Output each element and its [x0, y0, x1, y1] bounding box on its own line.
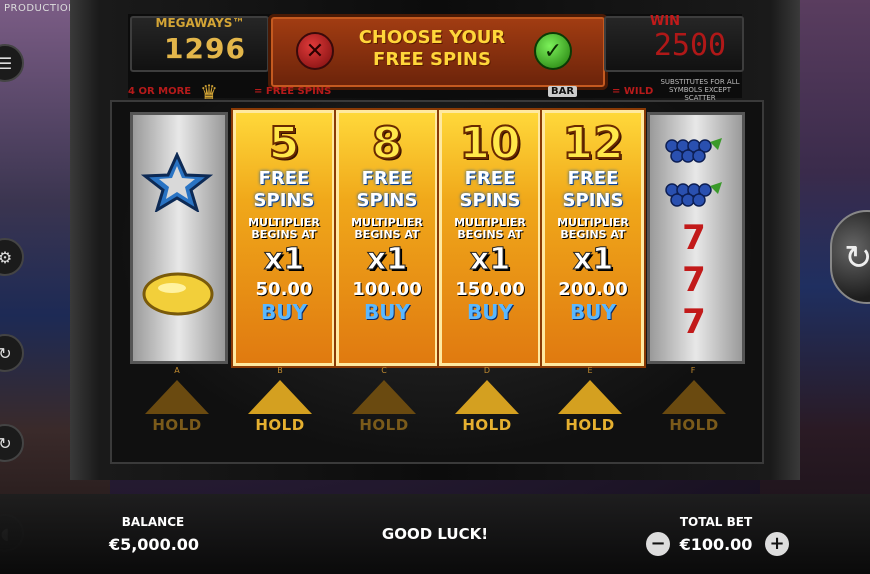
autoplay-icon: ↻	[0, 343, 12, 363]
menu-icon: ☰	[0, 53, 13, 73]
hold-button-d[interactable]	[455, 380, 519, 414]
close-icon: ✕	[305, 38, 325, 64]
bar-symbol-icon: BAR	[548, 86, 578, 97]
total-bet-label: TOTAL BET	[679, 515, 753, 529]
seven-icon: 7	[682, 260, 706, 300]
spin-icon: ↻	[844, 238, 870, 278]
offer-card-5[interactable]: 5 FREE SPINS MULTIPLIER BEGINS AT x1 50.…	[233, 110, 335, 366]
hold-label-e[interactable]: HOLD	[555, 416, 625, 434]
reel-letter-a: A	[174, 366, 180, 375]
reel-letter-e: E	[587, 366, 593, 375]
hold-label-f[interactable]: HOLD	[659, 416, 729, 434]
hold-label-c[interactable]: HOLD	[349, 416, 419, 434]
total-bet-value: €100.00	[679, 535, 753, 554]
win-value: 2500	[653, 28, 727, 63]
decrease-bet-button[interactable]: −	[646, 532, 670, 556]
grapes-icon	[660, 176, 726, 212]
buy-button[interactable]: BUY	[545, 301, 641, 323]
megaways-value: 1296	[164, 32, 246, 65]
status-message: GOOD LUCK!	[381, 525, 489, 543]
choose-free-spins-title: CHOOSE YOUR FREE SPINS	[358, 27, 506, 70]
buy-button[interactable]: BUY	[339, 301, 435, 323]
offer-card-8[interactable]: 8 FREE SPINS MULTIPLIER BEGINS AT x1 100…	[336, 110, 438, 366]
offer-card-12[interactable]: 12 FREE SPINS MULTIPLIER BEGINS AT x1 20…	[542, 110, 644, 366]
wild-substitutes-info: SUBSTITUTES FOR ALL SYMBOLS EXCEPT SCATT…	[660, 78, 740, 102]
cancel-button[interactable]: ✕	[296, 32, 334, 70]
seven-icon: 7	[682, 218, 706, 258]
hold-label-d[interactable]: HOLD	[452, 416, 522, 434]
reel-letter-c: C	[381, 366, 387, 375]
reel-letter-f: F	[690, 366, 696, 375]
grapes-icon	[660, 132, 726, 168]
hold-label-b[interactable]: HOLD	[245, 416, 315, 434]
provider-label: PRODUCTION	[4, 3, 77, 14]
buy-button[interactable]: BUY	[442, 301, 538, 323]
lemon-icon	[138, 266, 216, 320]
balance-value: €5,000.00	[108, 535, 200, 554]
buy-button[interactable]: BUY	[236, 301, 332, 323]
hold-button-b[interactable]	[248, 380, 312, 414]
free-spins-info: = FREE SPINS	[254, 86, 332, 97]
turbo-icon: ↻	[0, 433, 12, 453]
scatter-info: 4 OR MORE	[128, 86, 192, 97]
reel-letter-b: B	[277, 366, 283, 375]
reel-a	[130, 112, 228, 364]
confirm-button[interactable]: ✓	[534, 32, 572, 70]
hold-label-a[interactable]: HOLD	[142, 416, 212, 434]
wild-info: = WILD	[612, 86, 654, 97]
increase-bet-button[interactable]: +	[765, 532, 789, 556]
seven-icon: 7	[682, 302, 706, 342]
megaways-title: MEGAWAYS™	[155, 16, 245, 30]
hold-button-a[interactable]	[145, 380, 209, 414]
win-label: WIN	[650, 14, 681, 29]
gear-icon: ⚙	[0, 247, 13, 267]
balance-label: BALANCE	[121, 515, 185, 529]
hold-button-f[interactable]	[662, 380, 726, 414]
offer-card-10[interactable]: 10 FREE SPINS MULTIPLIER BEGINS AT x1 15…	[439, 110, 541, 366]
star-icon	[140, 152, 214, 212]
reel-letter-d: D	[483, 366, 491, 375]
hold-button-c[interactable]	[352, 380, 416, 414]
check-icon: ✓	[543, 38, 563, 64]
hold-button-e[interactable]	[558, 380, 622, 414]
